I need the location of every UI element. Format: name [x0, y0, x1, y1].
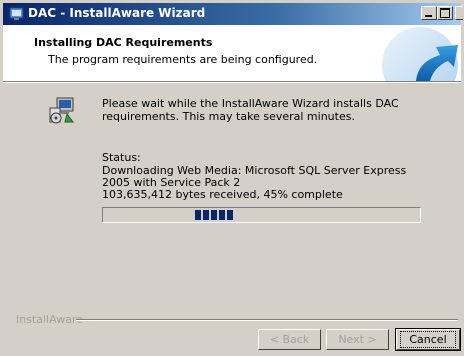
minimize-button[interactable] — [421, 6, 437, 20]
download-progress-bar — [102, 207, 421, 223]
status-detail: Downloading Web Media: Microsoft SQL Ser… — [102, 164, 407, 189]
title-bar[interactable]: DAC - InstallAware Wizard — [3, 3, 463, 25]
header-subtitle: The program requirements are being confi… — [48, 53, 318, 66]
close-button[interactable] — [455, 6, 463, 20]
back-button[interactable]: < Back — [258, 329, 321, 350]
computer-setup-icon — [49, 97, 74, 124]
wizard-message: Please wait while the InstallAware Wizar… — [102, 97, 399, 123]
brand-label: InstallAware — [16, 313, 83, 326]
blue-swoosh-graphic — [382, 27, 458, 81]
cancel-button[interactable]: Cancel — [395, 328, 461, 351]
maximize-button[interactable] — [437, 6, 453, 20]
next-button[interactable]: Next > — [326, 329, 389, 350]
progress-fill — [195, 210, 233, 220]
footer-divider — [76, 319, 458, 321]
header-title: Installing DAC Requirements — [34, 36, 213, 49]
window-title: DAC - InstallAware Wizard — [28, 6, 206, 20]
header-divider — [3, 81, 461, 83]
status-bytes: 103,635,412 bytes received, 45% complete — [102, 188, 343, 201]
installer-icon — [9, 7, 24, 20]
status-label: Status: — [102, 151, 141, 164]
wizard-header: Installing DAC Requirements The program … — [3, 25, 461, 81]
cancel-button-label: Cancel — [400, 331, 456, 348]
installer-window: DAC - InstallAware Wizard Installing DAC… — [0, 0, 464, 356]
